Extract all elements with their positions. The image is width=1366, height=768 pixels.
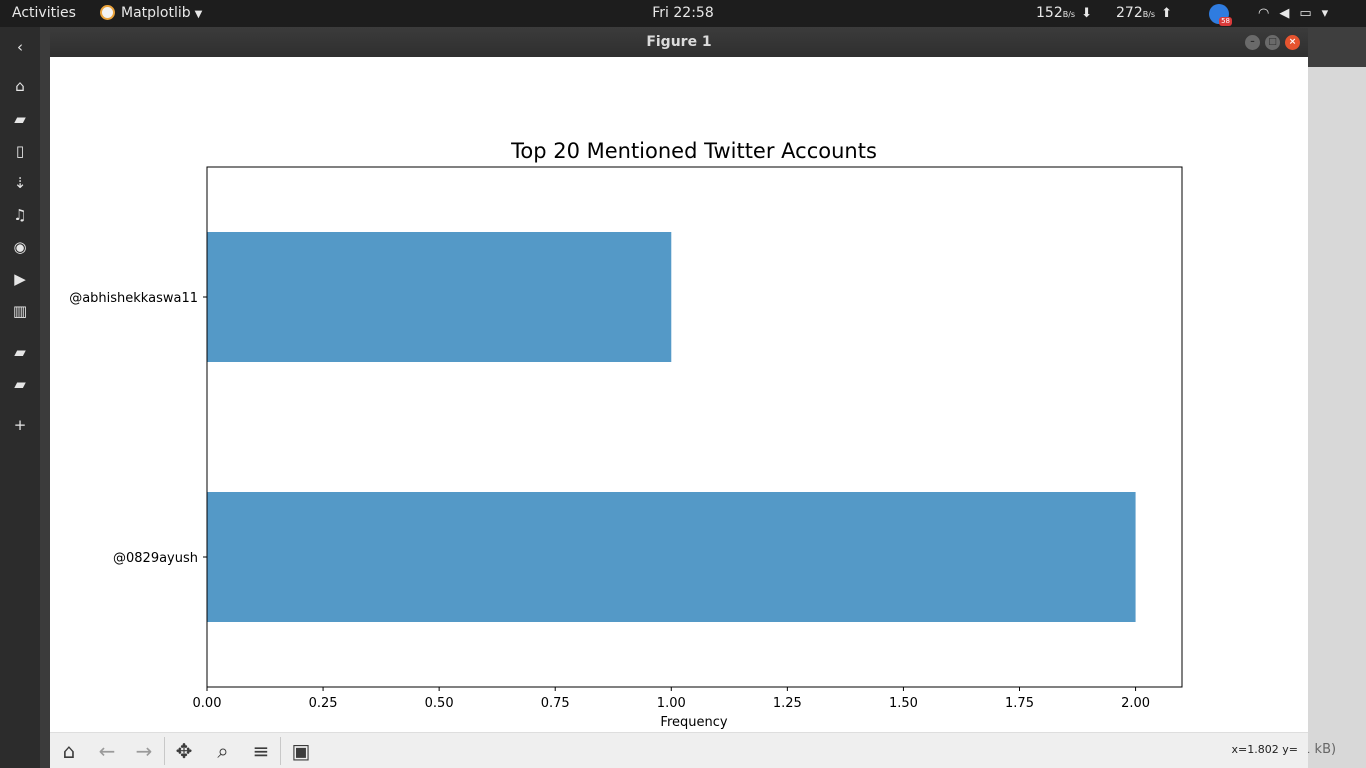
caret-down-icon: ▾ <box>1321 6 1339 21</box>
x-tick-label: 2.00 <box>1121 696 1150 711</box>
download-icon[interactable]: ⇣ <box>0 168 40 198</box>
system-tray[interactable]: ◠◀▭▾ <box>1258 0 1338 27</box>
chart-title: Top 20 Mentioned Twitter Accounts <box>510 139 877 163</box>
home-icon[interactable]: ⌂ <box>0 71 40 101</box>
back-icon[interactable]: ‹ <box>0 32 40 62</box>
folder-icon[interactable]: ▰ <box>0 337 40 367</box>
minimize-button[interactable]: – <box>1245 35 1260 50</box>
close-button[interactable]: × <box>1285 35 1300 50</box>
background-window <box>1300 27 1366 768</box>
document-icon[interactable]: ▯ <box>0 136 40 166</box>
notification-badge: 58 <box>1219 17 1232 26</box>
x-tick-label: 0.75 <box>541 696 570 711</box>
bar-chart: Top 20 Mentioned Twitter Accounts @0829a… <box>69 139 1183 730</box>
x-axis-label: Frequency <box>660 715 727 730</box>
figure-window: Figure 1 – □ × Top 20 Mentioned Twitter … <box>50 28 1308 768</box>
wifi-icon: ◠ <box>1258 6 1280 21</box>
background-window-titlebar <box>1300 27 1366 67</box>
battery-icon: ▭ <box>1299 6 1322 21</box>
trash-icon[interactable]: ▥ <box>0 296 40 326</box>
bar <box>207 492 1136 622</box>
x-tick-label: 1.50 <box>889 696 918 711</box>
net-down-unit: B/s <box>1062 10 1076 19</box>
toolbar-separator <box>164 737 165 765</box>
x-tick-label: 1.00 <box>657 696 686 711</box>
video-icon[interactable]: ▶ <box>0 264 40 294</box>
arrow-up-icon: ⬆ <box>1161 6 1172 21</box>
dock: ‹ ⌂ ▰ ▯ ⇣ ♫ ◉ ▶ ▥ ▰ ▰ + <box>0 27 40 768</box>
pan-icon[interactable]: ✥ <box>170 738 198 764</box>
net-up-value: 272 <box>1116 5 1143 21</box>
net-down-value: 152 <box>1036 5 1063 21</box>
home-icon[interactable]: ⌂ <box>55 738 83 764</box>
x-tick-label: 0.25 <box>309 696 338 711</box>
figure-canvas[interactable]: Top 20 Mentioned Twitter Accounts @0829a… <box>50 57 1308 732</box>
music-icon[interactable]: ♫ <box>0 200 40 230</box>
volume-icon: ◀ <box>1279 6 1300 21</box>
net-up-unit: B/s <box>1142 10 1156 19</box>
toolbar-separator <box>280 737 281 765</box>
forward-arrow-icon[interactable]: → <box>130 738 158 764</box>
arrow-down-icon: ⬇ <box>1081 6 1092 21</box>
navigation-toolbar: ⌂ ← → ✥ ⌕ ≡ ▣ x=1.802 y= <box>50 732 1308 768</box>
window-title: Figure 1 <box>646 34 712 50</box>
camera-icon[interactable]: ◉ <box>0 232 40 262</box>
back-arrow-icon[interactable]: ← <box>93 738 121 764</box>
net-down-speed: 152B/s ⬇ <box>1036 0 1092 27</box>
notification-icon[interactable]: 58 <box>1209 4 1232 26</box>
configure-subplots-icon[interactable]: ≡ <box>247 738 275 764</box>
cursor-coordinates: x=1.802 y= <box>1231 743 1298 756</box>
x-tick-label: 1.75 <box>1005 696 1034 711</box>
top-panel: Activities Matplotlib ▼ Fri 22:58 152B/s ⬇… <box>0 0 1366 27</box>
x-tick-label: 0.50 <box>425 696 454 711</box>
x-tick-label: 1.25 <box>773 696 802 711</box>
x-tick-label: 0.00 <box>193 696 222 711</box>
bar <box>207 232 672 362</box>
folder-icon[interactable]: ▰ <box>0 369 40 399</box>
zoom-icon[interactable]: ⌕ <box>209 738 237 764</box>
y-tick-label: @abhishekkaswa11 <box>69 291 198 306</box>
folder-icon[interactable]: ▰ <box>0 104 40 134</box>
net-up-speed: 272B/s ⬆ <box>1116 0 1172 27</box>
save-icon[interactable]: ▣ <box>287 738 315 764</box>
window-titlebar[interactable]: Figure 1 – □ × <box>50 28 1308 57</box>
y-tick-label: @0829ayush <box>113 551 198 566</box>
add-icon[interactable]: + <box>0 410 40 440</box>
maximize-button[interactable]: □ <box>1265 35 1280 50</box>
